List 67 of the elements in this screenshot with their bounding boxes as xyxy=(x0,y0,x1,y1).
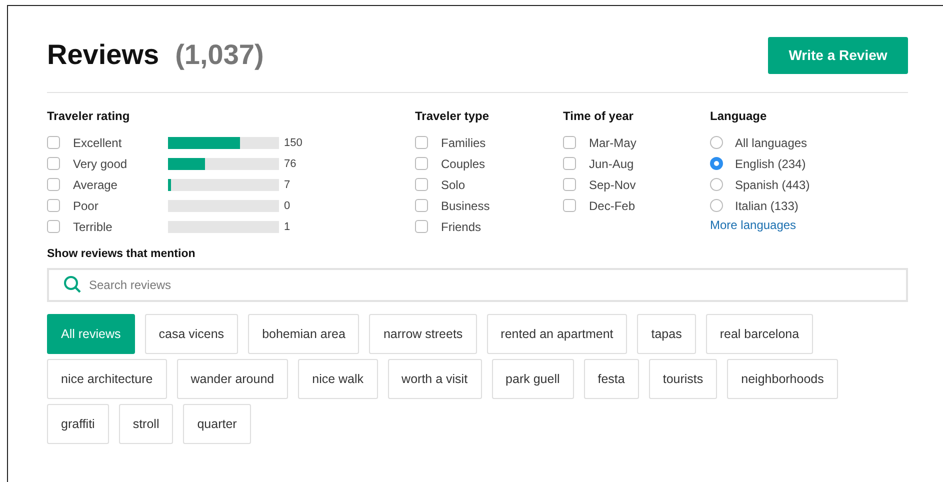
more-languages-link[interactable]: More languages xyxy=(710,218,860,232)
radio-button[interactable] xyxy=(710,199,723,212)
page-title: Reviews xyxy=(47,39,160,71)
checkbox[interactable] xyxy=(563,136,576,149)
checkbox[interactable] xyxy=(47,220,60,233)
tag-button[interactable]: neighborhoods xyxy=(727,359,838,399)
tag-button[interactable]: quarter xyxy=(183,404,251,444)
tag-button[interactable]: tourists xyxy=(648,359,718,399)
tag-button[interactable]: nice walk xyxy=(298,359,378,399)
radio-button[interactable] xyxy=(710,136,723,149)
filter-label: Sep-Nov xyxy=(589,178,637,192)
checkbox[interactable] xyxy=(415,199,428,212)
filter-label: English (234) xyxy=(735,156,806,170)
tag-button[interactable]: tapas xyxy=(637,314,696,354)
filter-label: Jun-Aug xyxy=(589,156,635,170)
filter-label: Solo xyxy=(441,178,466,192)
radio-button[interactable] xyxy=(710,178,723,191)
filter-label: Friends xyxy=(441,220,482,234)
tag-button[interactable]: worth a visit xyxy=(388,359,482,399)
tag-button[interactable]: stroll xyxy=(118,404,174,444)
tag-button[interactable]: wander around xyxy=(176,359,288,399)
filter-label: Couples xyxy=(441,156,486,170)
rating-count: 76 xyxy=(284,158,296,170)
checkbox[interactable] xyxy=(415,157,428,170)
section-heading: Show reviews that mention xyxy=(47,248,196,260)
filter-label: Mar-May xyxy=(589,136,638,150)
tag-button[interactable]: graffiti xyxy=(47,404,109,444)
filter-label: Terrible xyxy=(73,220,114,234)
tag-button[interactable]: festa xyxy=(584,359,639,399)
filter-heading: Language xyxy=(710,109,768,125)
tag-button[interactable]: real barcelona xyxy=(706,314,814,354)
checkbox[interactable] xyxy=(563,178,576,191)
tag-button[interactable]: bohemian area xyxy=(248,314,360,354)
search-field[interactable]: Search reviews xyxy=(47,268,908,302)
rating-count: 1 xyxy=(284,220,290,232)
rating-count: 150 xyxy=(284,136,302,148)
checkbox[interactable] xyxy=(47,136,60,149)
tag-button[interactable]: park guell xyxy=(492,359,574,399)
filter-label: Italian (133) xyxy=(735,198,798,212)
filter-label: Business xyxy=(441,198,491,212)
filter-heading: Time of year xyxy=(563,109,634,125)
checkbox[interactable] xyxy=(47,178,60,191)
filter-label: Dec-Feb xyxy=(589,198,636,212)
filter-label: All languages xyxy=(735,136,808,150)
tag-button[interactable]: nice architecture xyxy=(47,359,167,399)
checkbox[interactable] xyxy=(415,178,428,191)
filter-label: Poor xyxy=(73,198,100,212)
checkbox[interactable] xyxy=(47,157,60,170)
checkbox[interactable] xyxy=(415,220,428,233)
tag-button[interactable]: narrow streets xyxy=(369,314,477,354)
checkbox[interactable] xyxy=(563,157,576,170)
filter-heading: Traveler type xyxy=(415,109,490,125)
tag-button[interactable]: casa vicens xyxy=(144,314,238,354)
checkbox[interactable] xyxy=(415,136,428,149)
radio-button[interactable] xyxy=(710,157,723,170)
rating-count: 7 xyxy=(284,178,290,190)
rating-count: 0 xyxy=(284,200,290,212)
filter-label: Very good xyxy=(73,156,128,170)
tag-button[interactable]: rented an apartment xyxy=(486,314,628,354)
filter-label: Families xyxy=(441,136,487,150)
filter-label: Excellent xyxy=(73,136,123,150)
checkbox[interactable] xyxy=(563,199,576,212)
checkbox[interactable] xyxy=(47,199,60,212)
filter-label: Spanish (443) xyxy=(735,178,810,192)
filter-heading: Traveler rating xyxy=(47,109,131,125)
filter-label: Average xyxy=(73,178,118,192)
review-count: (1,037) xyxy=(175,39,264,71)
